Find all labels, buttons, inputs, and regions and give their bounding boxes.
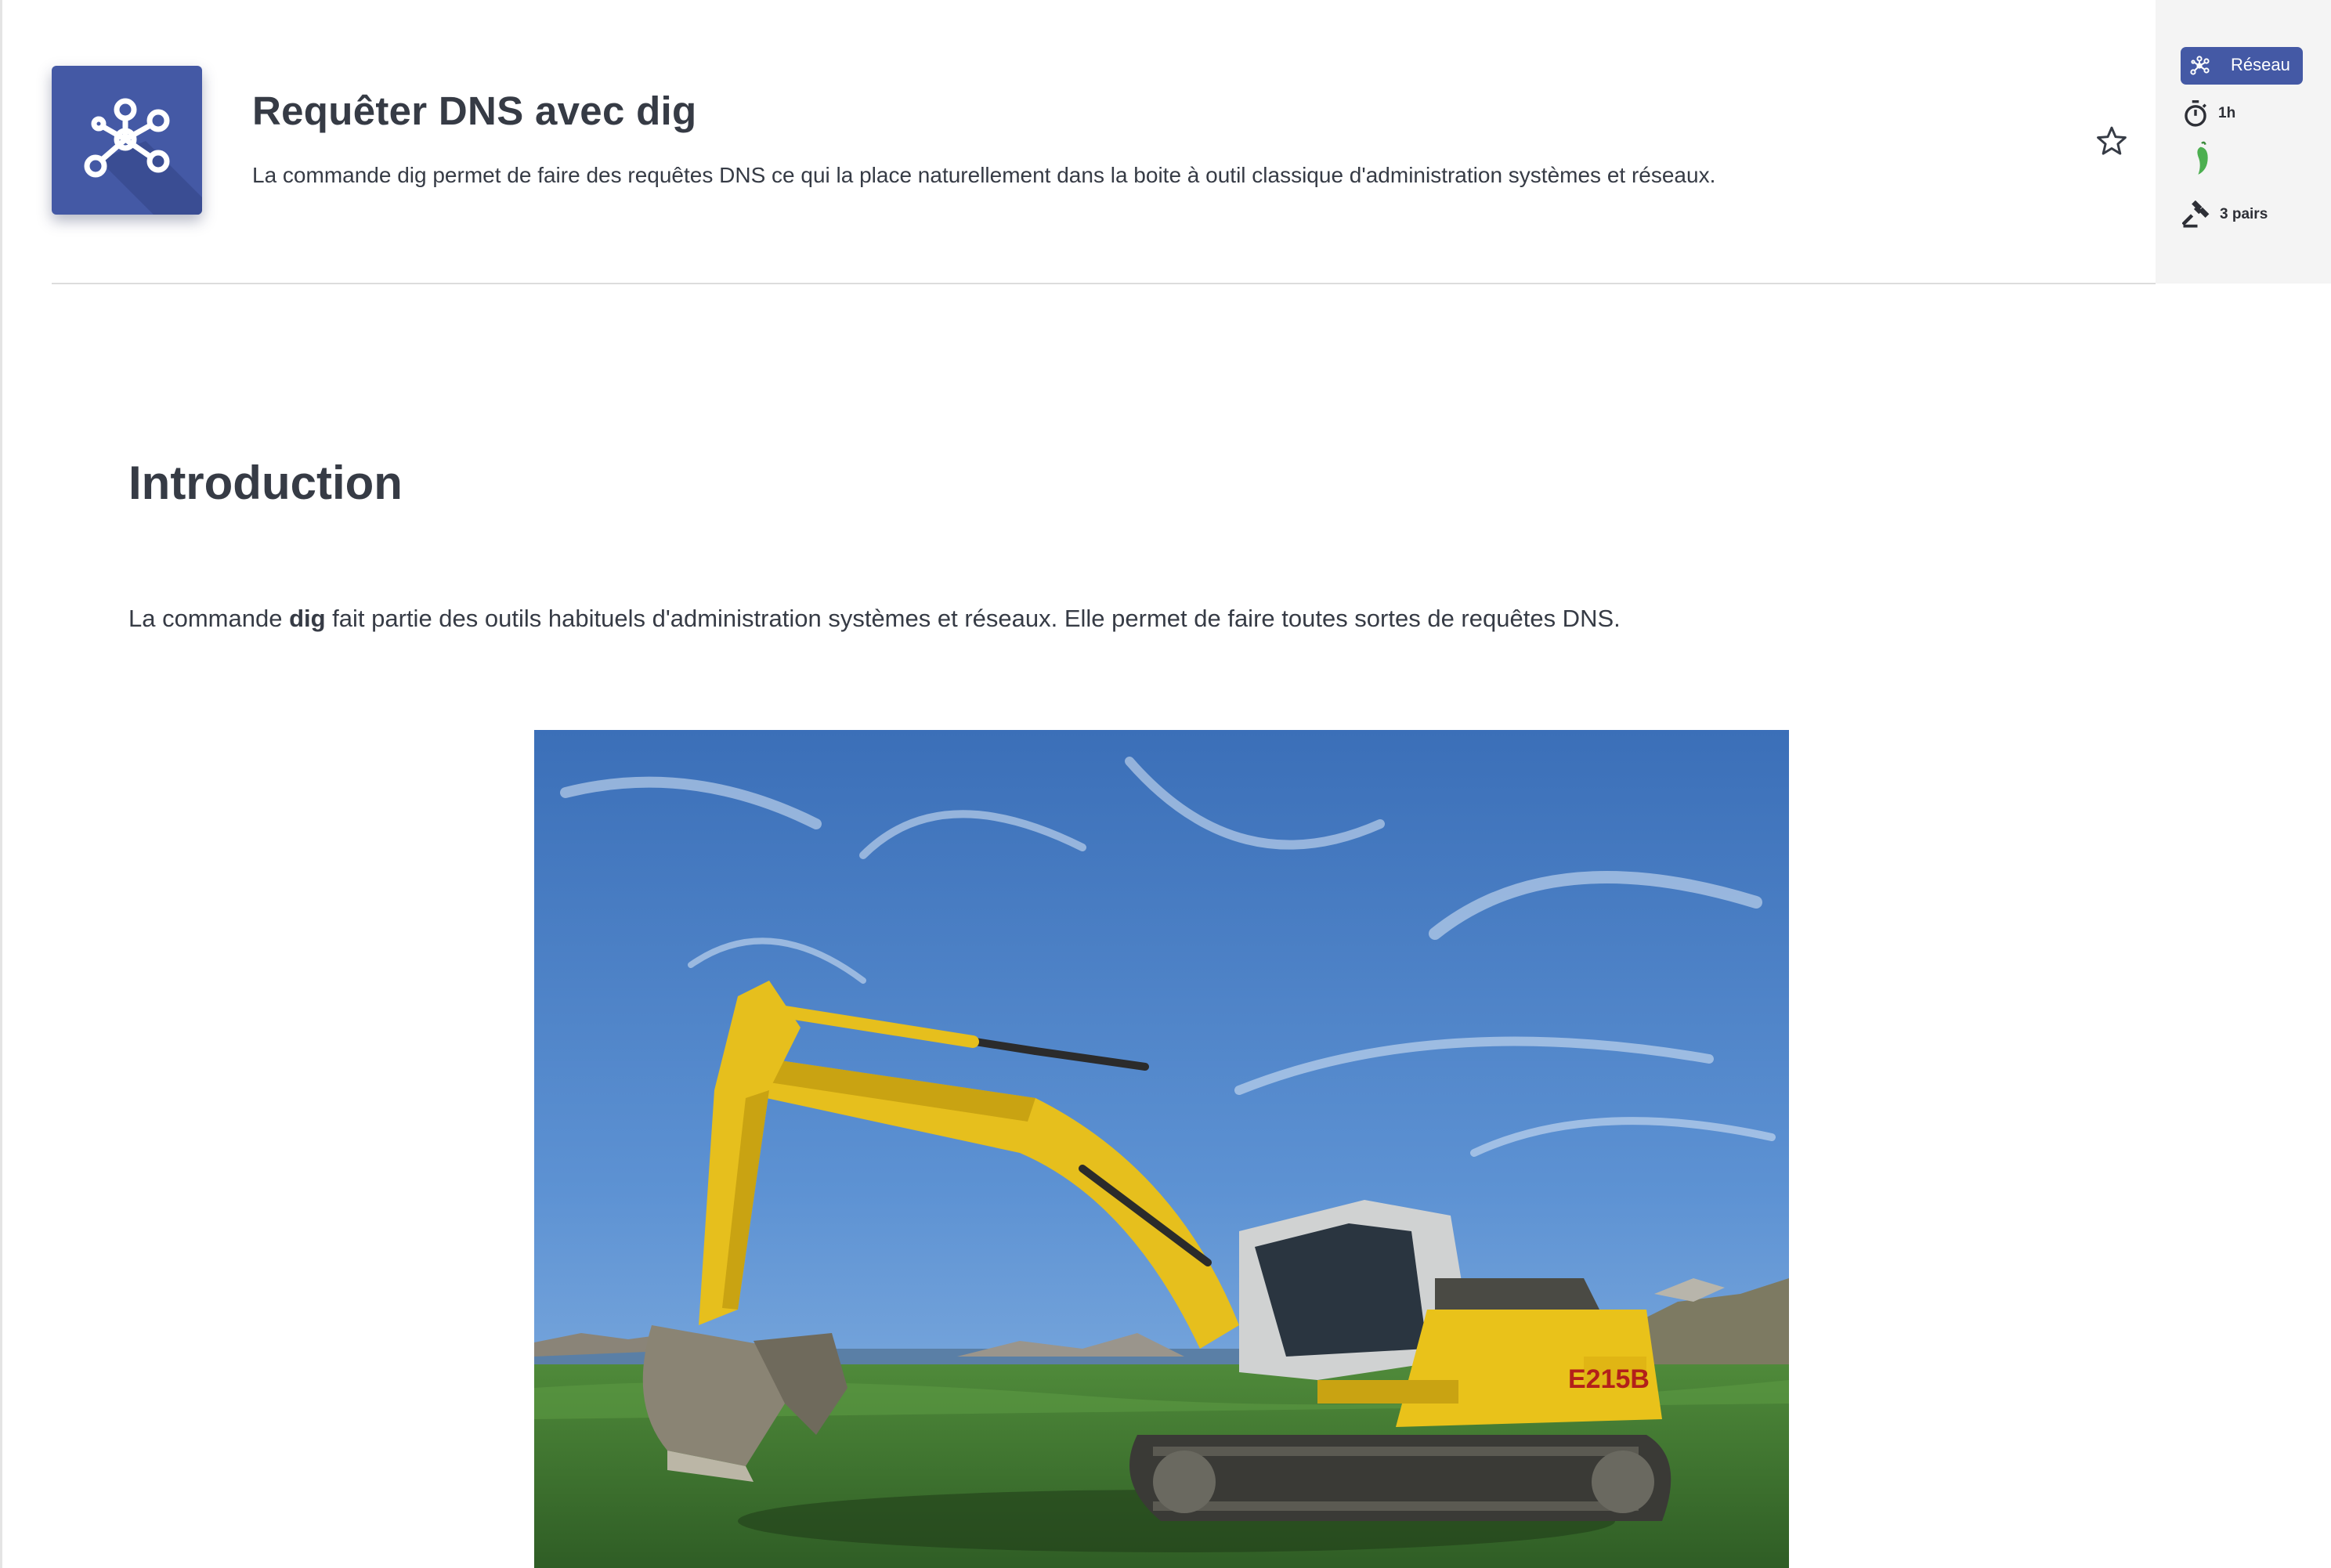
review-value: 3 pairs — [2220, 206, 2268, 222]
gavel-icon — [2182, 201, 2210, 228]
stopwatch-icon — [2185, 100, 2206, 127]
intro-text-end: fait partie des outils habituels d'admin… — [325, 605, 1621, 632]
duration-value: 1h — [2218, 105, 2236, 121]
duration-row: 1h — [2182, 99, 2235, 128]
difficulty-row — [2193, 141, 2210, 177]
network-nodes-icon — [2188, 55, 2212, 81]
svg-text:E215B: E215B — [1568, 1364, 1650, 1394]
category-badge[interactable]: Réseau — [2181, 47, 2303, 85]
header-divider — [52, 283, 2156, 284]
intro-text-start: La commande — [128, 605, 290, 632]
page-title: Requêter DNS avec dig — [252, 89, 697, 133]
intro-paragraph: La commande dig fait partie des outils h… — [128, 605, 1621, 633]
command-name: dig — [289, 605, 326, 632]
excavator-image: E215B — [534, 730, 1789, 1568]
exercise-meta-panel: Réseau 1h 3 pairs — [2156, 0, 2331, 284]
category-label: Réseau — [2231, 55, 2290, 74]
review-row: 3 pairs — [2182, 201, 2268, 229]
page-description: La commande dig permet de faire des requ… — [252, 163, 1716, 187]
section-heading-introduction: Introduction — [128, 457, 403, 509]
exercise-header: Requêter DNS avec dig La commande dig pe… — [0, 0, 2156, 284]
green-chili-icon — [2197, 141, 2208, 175]
favorite-button[interactable] — [2091, 121, 2132, 161]
network-nodes-icon — [52, 66, 202, 215]
star-outline-icon — [2097, 126, 2127, 155]
